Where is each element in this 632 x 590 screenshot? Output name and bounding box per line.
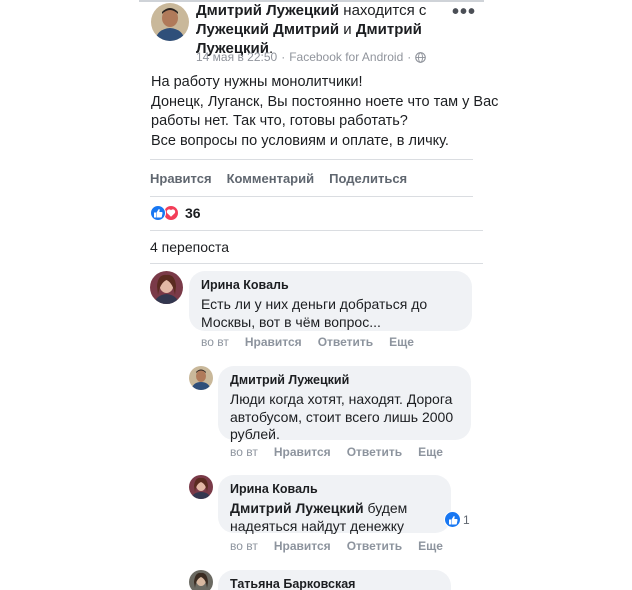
commenter-avatar[interactable] <box>189 475 213 499</box>
tagged-person-1[interactable]: Лужецкий Дмитрий <box>196 21 339 38</box>
globe-icon <box>415 51 427 63</box>
post-text-line: Донецк, Луганск, Вы постоянно ноете что … <box>151 93 499 110</box>
post-text-line: На работу нужны монолитчики! <box>151 74 363 90</box>
comment-author[interactable]: Ирина Коваль <box>201 277 460 293</box>
post-actions: Нравится Комментарий Поделиться <box>150 171 407 186</box>
divider <box>150 263 483 264</box>
post-meta: 14 мая в 22:50 · Facebook for Android · <box>196 50 427 64</box>
shares-count[interactable]: 4 перепоста <box>150 239 229 255</box>
like-icon <box>150 205 166 221</box>
comment-bubble: Ирина Коваль Есть ли у них деньги добрат… <box>189 271 472 331</box>
comment-button[interactable]: Комментарий <box>227 171 315 186</box>
meta-separator: · <box>281 50 286 64</box>
comment-reply-button[interactable]: Ответить <box>347 539 402 553</box>
post-author-avatar[interactable] <box>151 3 189 41</box>
comment-text: Дмитрий Лужецкий будем надеяться найдут … <box>230 500 439 535</box>
comment-text: Люди когда хотят, находят. Дорога автобу… <box>230 391 454 442</box>
meta-separator-2: · <box>407 50 412 64</box>
comment-reactions[interactable]: 1 <box>444 511 473 528</box>
divider <box>150 230 483 231</box>
commenter-avatar[interactable] <box>189 570 213 590</box>
post-text-line: Все вопросы по условиям и оплате, в личк… <box>151 132 449 149</box>
comment-more-button[interactable]: Еще <box>418 445 443 459</box>
comment-more-button[interactable]: Еще <box>389 335 414 349</box>
post-text: На работу нужны монолитчики! Донецк, Луг… <box>151 73 499 151</box>
comment-reply-button[interactable]: Ответить <box>347 445 402 459</box>
post-source: Facebook for Android <box>289 50 404 64</box>
commenter-avatar[interactable] <box>150 271 183 304</box>
comment-author[interactable]: Ирина Коваль <box>230 481 439 497</box>
comment-mention[interactable]: Дмитрий Лужецкий <box>230 500 364 516</box>
more-icon[interactable]: ••• <box>452 2 476 22</box>
post-author-name[interactable]: Дмитрий Лужецкий <box>196 2 339 19</box>
comment-like-button[interactable]: Нравится <box>274 445 331 459</box>
reactions-count: 36 <box>185 205 201 221</box>
comment-bubble: Ирина Коваль Дмитрий Лужецкий будем наде… <box>218 475 451 535</box>
commenter-avatar[interactable] <box>189 366 213 390</box>
comment-time[interactable]: во вт <box>230 445 258 459</box>
comment-author[interactable]: Дмитрий Лужецкий <box>230 372 459 388</box>
like-button[interactable]: Нравится <box>150 171 212 186</box>
comment-like-button[interactable]: Нравится <box>274 539 331 553</box>
post-text-line: работы нет. Так что, готовы работать? <box>151 113 408 129</box>
comment-time[interactable]: во вт <box>230 539 258 553</box>
comment-actions: во вт Нравится Ответить Еще <box>230 539 443 553</box>
post-date[interactable]: 14 мая в 22:50 <box>196 50 277 64</box>
comment-bubble: Дмитрий Лужецкий Люди когда хотят, наход… <box>218 366 471 442</box>
comment-actions: во вт Нравится Ответить Еще <box>201 335 414 349</box>
comment-reply-button[interactable]: Ответить <box>318 335 373 349</box>
comment-like-button[interactable]: Нравится <box>245 335 302 349</box>
comment-text: Есть ли у них деньги добраться до Москвы… <box>201 296 428 330</box>
like-icon <box>445 512 460 527</box>
reactions-summary[interactable]: 36 <box>150 205 201 221</box>
divider <box>150 196 473 197</box>
comment-actions: во вт Нравится Ответить Еще <box>230 445 443 459</box>
comment-bubble: Татьяна Барковская <box>218 570 451 590</box>
share-button[interactable]: Поделиться <box>329 171 407 186</box>
comment-likes-count: 1 <box>463 512 470 527</box>
comment-more-button[interactable]: Еще <box>418 539 443 553</box>
divider <box>150 159 473 160</box>
comment-author[interactable]: Татьяна Барковская <box>230 576 439 590</box>
with-text: находится с <box>343 2 427 19</box>
and-text: и <box>343 21 352 38</box>
comment-time[interactable]: во вт <box>201 335 229 349</box>
